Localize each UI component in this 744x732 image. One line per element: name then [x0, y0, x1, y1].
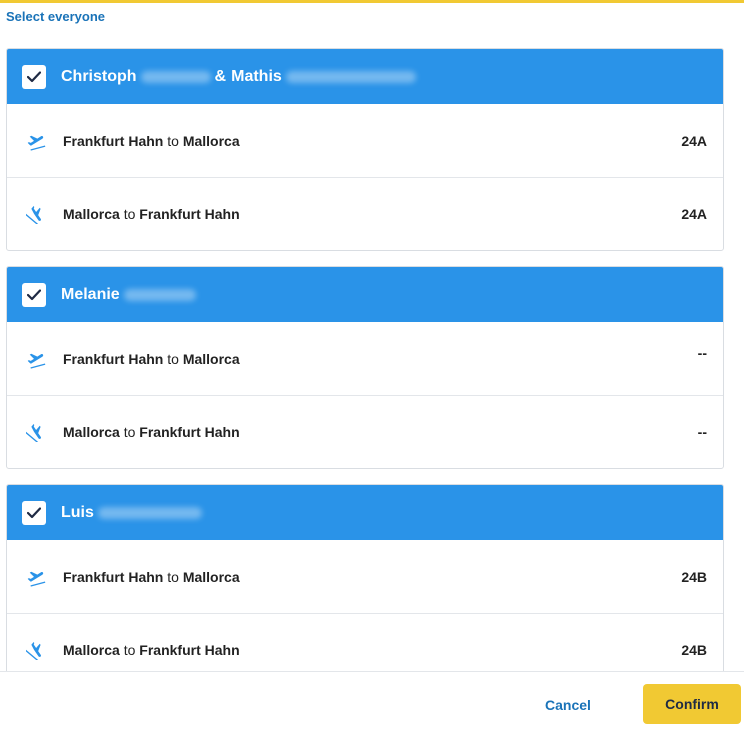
select-everyone-link[interactable]: Select everyone	[6, 9, 105, 24]
seat-number: 24B	[681, 642, 707, 658]
origin: Mallorca	[63, 642, 120, 658]
confirm-button[interactable]: Confirm	[643, 684, 741, 724]
destination: Frankfurt Hahn	[139, 424, 240, 440]
plane-departure-icon	[25, 348, 47, 370]
passenger-name: Christoph & Mathis	[61, 68, 420, 86]
destination: Mallorca	[182, 132, 240, 149]
dialog-footer: Cancel Confirm	[0, 671, 744, 732]
route-connector: to	[123, 424, 140, 440]
flight-row: Frankfurt Hahn to Mallorca --	[7, 322, 723, 395]
name-connector: &	[214, 67, 227, 85]
passenger-first-name: Melanie	[61, 285, 120, 303]
plane-departure-icon	[25, 130, 47, 152]
flight-route: Frankfurt Hahn to Mallorca	[63, 351, 698, 367]
flight-route: Mallorca to Frankfurt Hahn	[63, 642, 681, 658]
redacted-surname	[97, 506, 202, 519]
destination: Frankfurt Hahn	[139, 642, 240, 658]
redacted-surname	[140, 70, 211, 83]
plane-return-icon	[25, 421, 47, 443]
route-connector: to	[167, 568, 183, 585]
seat-number: --	[697, 344, 707, 361]
flight-route: Frankfurt Hahn to Mallorca	[63, 133, 681, 149]
seat-number: --	[697, 424, 707, 440]
passenger-name: Luis	[61, 504, 206, 522]
passenger-header: Christoph & Mathis	[7, 49, 723, 104]
passenger-name: Melanie	[61, 286, 200, 304]
cancel-button[interactable]: Cancel	[530, 692, 606, 718]
plane-return-icon	[25, 203, 47, 225]
flight-route: Mallorca to Frankfurt Hahn	[63, 424, 698, 440]
seat-number: 24B	[681, 568, 707, 585]
route-connector: to	[167, 350, 183, 367]
passenger-header: Melanie	[7, 267, 723, 322]
seat-number: 24A	[681, 206, 707, 222]
check-icon	[27, 506, 41, 518]
route-connector: to	[123, 642, 140, 658]
destination: Mallorca	[182, 568, 240, 585]
passenger-card: Luis Frankfurt Hahn to Mallorca 24B Mall…	[6, 484, 724, 671]
origin: Frankfurt Hahn	[63, 132, 164, 149]
passenger-second-name: Mathis	[231, 67, 282, 85]
passenger-checkbox[interactable]	[22, 282, 46, 307]
redacted-surname	[285, 70, 416, 83]
redacted-surname	[123, 288, 196, 301]
flight-row: Mallorca to Frankfurt Hahn 24A	[7, 177, 723, 250]
origin: Frankfurt Hahn	[63, 350, 164, 367]
check-icon	[27, 70, 41, 82]
plane-departure-icon	[25, 566, 47, 588]
destination: Frankfurt Hahn	[139, 206, 240, 222]
route-connector: to	[167, 132, 183, 149]
check-icon	[27, 288, 41, 300]
flight-route: Mallorca to Frankfurt Hahn	[63, 206, 681, 222]
flight-row: Frankfurt Hahn to Mallorca 24B	[7, 540, 723, 613]
route-connector: to	[123, 206, 140, 222]
origin: Mallorca	[63, 424, 120, 440]
origin: Frankfurt Hahn	[63, 568, 164, 585]
passenger-first-name: Luis	[61, 503, 94, 521]
flight-row: Mallorca to Frankfurt Hahn --	[7, 395, 723, 468]
passenger-card: Melanie Frankfurt Hahn to Mallorca -- Ma…	[6, 266, 724, 469]
destination: Mallorca	[182, 350, 240, 367]
passenger-first-name: Christoph	[61, 67, 137, 85]
passenger-card: Christoph & Mathis Frankfurt Hahn to Mal…	[6, 48, 724, 251]
passenger-header: Luis	[7, 485, 723, 540]
origin: Mallorca	[63, 206, 120, 222]
passenger-list[interactable]: Select everyone Christoph & Mathis Frank…	[0, 0, 744, 671]
plane-return-icon	[25, 639, 47, 661]
flight-row: Frankfurt Hahn to Mallorca 24A	[7, 104, 723, 177]
flight-route: Frankfurt Hahn to Mallorca	[63, 569, 681, 585]
seat-number: 24A	[681, 132, 707, 149]
passenger-checkbox[interactable]	[22, 500, 46, 525]
passenger-checkbox[interactable]	[22, 64, 46, 89]
flight-row: Mallorca to Frankfurt Hahn 24B	[7, 613, 723, 671]
